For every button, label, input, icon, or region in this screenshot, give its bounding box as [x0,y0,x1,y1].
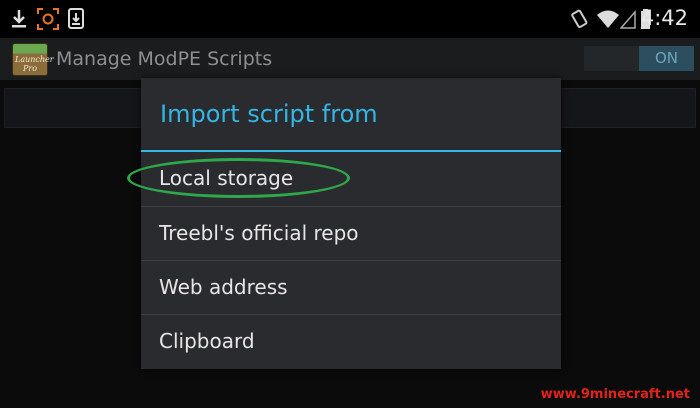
page-title: Manage ModPE Scripts [56,48,273,70]
menu-item-label: Local storage [159,166,294,190]
menu-item-label: Treebl's official repo [159,221,359,245]
app-icon[interactable]: Launcher Pro [12,43,54,76]
toggle-on-label: ON [639,46,694,71]
app-icon-text: Launcher Pro [15,55,54,73]
download-icon [12,10,26,28]
menu-item-web-address[interactable]: Web address [141,261,561,315]
screen-capture-icon [37,8,59,30]
dialog-title: Import script from [160,100,378,128]
wifi-icon [597,10,619,28]
screen-rotation-icon [571,9,588,29]
watermark: www.9minecraft.net [540,387,690,402]
scripts-toggle[interactable]: ON [584,46,694,71]
menu-item-label: Clipboard [159,329,255,353]
clock: 4:42 [640,6,688,30]
download-notification-icon [68,8,84,29]
menu-item-local-storage[interactable]: Local storage [141,152,561,206]
menu-item-label: Web address [159,275,288,299]
action-bar: Launcher Pro Manage ModPE Scripts ON [0,38,700,80]
menu-item-official-repo[interactable]: Treebl's official repo [141,207,561,261]
signal-icon [620,10,636,29]
import-script-dialog: Import script from Local storage Treebl'… [141,78,561,369]
status-bar: 4:42 [0,0,700,38]
menu-item-clipboard[interactable]: Clipboard [141,315,561,369]
